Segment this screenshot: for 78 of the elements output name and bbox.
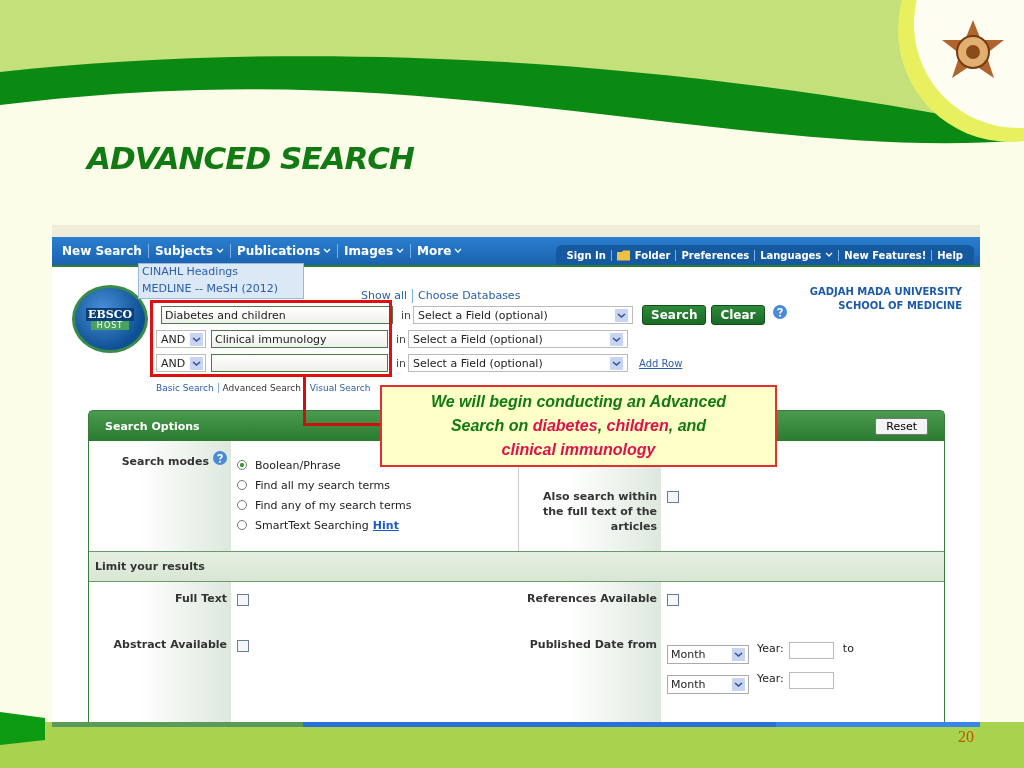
utility-link[interactable]: New Features! (838, 249, 932, 261)
field-label: Published Date from (529, 638, 657, 653)
help-icon[interactable] (772, 305, 787, 319)
operator-select[interactable]: AND (156, 354, 206, 372)
caret-icon (396, 248, 405, 254)
nav-menu-link[interactable]: Subjects (147, 244, 230, 258)
radio-button[interactable] (237, 460, 247, 470)
wave-shape (0, 712, 45, 745)
checkbox[interactable] (667, 594, 679, 606)
in-label: in (394, 356, 406, 370)
nav-menu-link[interactable]: New Search (56, 244, 148, 258)
help-icon[interactable] (213, 451, 227, 465)
scrollbar[interactable] (52, 722, 980, 727)
nav-menu-link[interactable]: Publications (229, 244, 338, 258)
caret-icon (825, 252, 834, 258)
year-label: Year: (757, 672, 784, 685)
reset-button[interactable]: Reset (875, 417, 928, 435)
in-label: in (399, 308, 411, 322)
month-select[interactable]: Month (667, 675, 749, 694)
year-field[interactable] (788, 672, 834, 689)
caret-icon (454, 248, 463, 254)
link[interactable]: Choose Databases (412, 289, 526, 303)
field-select[interactable]: Select a Field (optional) (408, 330, 628, 348)
utility-link[interactable]: Folder (610, 249, 676, 261)
radio-button[interactable] (237, 520, 247, 530)
in-label: in (394, 332, 406, 346)
checkbox[interactable] (237, 594, 249, 606)
search-mode-link[interactable]: Advanced Search (217, 383, 305, 393)
month-select[interactable]: Month (667, 645, 749, 664)
search-field[interactable]: Clinical immunology (211, 330, 388, 348)
search-mode-link[interactable]: Visual Search (304, 383, 375, 393)
menu-item[interactable]: CINAHL Headings (139, 264, 303, 281)
add-row-link[interactable]: Add Row (639, 357, 683, 369)
utility-link[interactable]: Sign In (561, 249, 611, 261)
nav-menu-link[interactable]: More (410, 244, 469, 258)
radio-label: Find any of my search terms (255, 498, 412, 512)
year-field[interactable] (788, 642, 834, 659)
radio-button[interactable] (237, 480, 247, 490)
radio-label: Find all my search terms (255, 478, 390, 492)
logo-text: HOST (90, 321, 130, 330)
radio-label: Boolean/Phrase (255, 458, 341, 472)
radio-label: SmartText Searching (255, 518, 369, 532)
institution-name: GADJAH MADA UNIVERSITY (809, 285, 962, 299)
field-label: Abstract Available (113, 638, 227, 653)
utility-link[interactable]: Preferences (675, 249, 755, 261)
year-label: Year: (757, 642, 784, 655)
checkbox[interactable] (667, 491, 679, 503)
to-label: to (842, 642, 854, 655)
nav-menu-link[interactable]: Images (337, 244, 411, 258)
logo-text: EBSCO (86, 308, 134, 321)
folder-icon (616, 249, 631, 261)
field-select[interactable]: Select a Field (optional) (408, 354, 628, 372)
operator-select[interactable]: AND (156, 330, 206, 348)
callout-text: We will begin conducting an Advanced Search on diabetes, children, and clinical immunology (429, 392, 728, 460)
search-mode-link[interactable]: Basic Search (156, 383, 218, 393)
section-title: Limit your results (95, 560, 205, 573)
field-label: Search modes (121, 455, 209, 468)
slide-title: ADVANCED SEARCH (87, 139, 415, 178)
page-number: 20 (958, 728, 974, 746)
search-button[interactable]: Search (642, 305, 707, 325)
utility-link[interactable]: Help (931, 249, 968, 261)
hint-link[interactable]: Hint (372, 518, 399, 532)
link[interactable]: Show all (356, 289, 413, 303)
field-select[interactable]: Select a Field (optional) (413, 306, 633, 324)
panel-title: Search Options (105, 419, 200, 433)
field-label: References Available (526, 592, 657, 607)
checkbox[interactable] (237, 640, 249, 652)
search-field[interactable] (211, 354, 388, 372)
search-field[interactable]: Diabetes and children (161, 306, 393, 324)
caret-icon (215, 248, 224, 254)
search-button[interactable]: Clear (711, 305, 765, 325)
radio-button[interactable] (237, 500, 247, 510)
field-label: Also search within the full text of the articles (542, 489, 657, 534)
utility-link[interactable]: Languages (754, 249, 839, 261)
menu-item[interactable]: MEDLINE -- MeSH (2012) (139, 281, 303, 298)
field-label: Full Text (174, 592, 227, 607)
institution-name: SCHOOL OF MEDICINE (837, 299, 962, 313)
caret-icon (323, 248, 332, 254)
